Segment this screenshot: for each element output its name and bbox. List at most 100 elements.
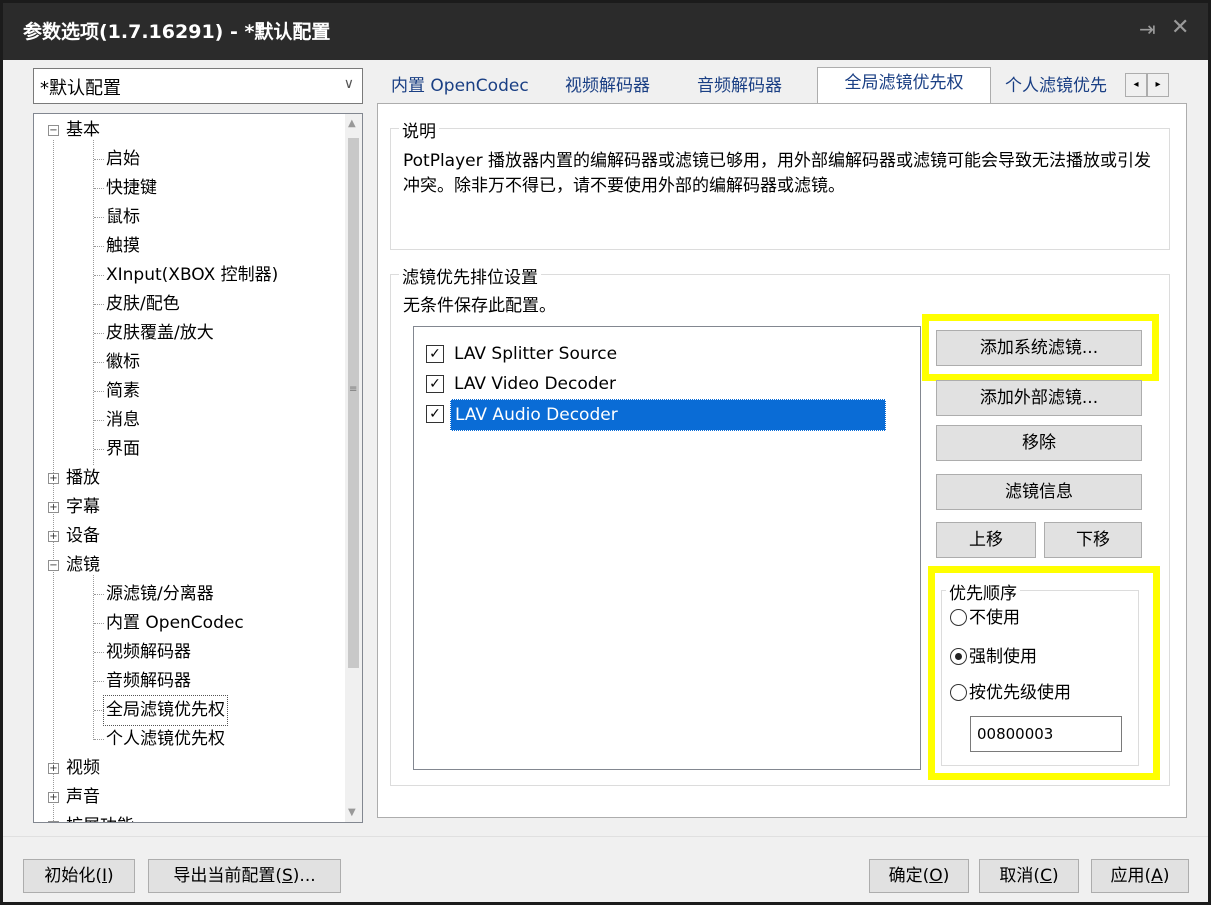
tree-item-label: 音频解码器 — [106, 671, 191, 691]
priority-order-title: 优先顺序 — [946, 579, 1020, 604]
tab-global-filter-priority[interactable]: 全局滤镜优先权 — [817, 67, 991, 107]
tab-scroll-right-icon[interactable]: ▸ — [1147, 73, 1169, 97]
init-button[interactable]: 初始化(I) — [23, 859, 135, 893]
radio-force-use[interactable]: 强制使用 — [950, 641, 1037, 673]
tree-item-label: 字幕 — [66, 497, 100, 517]
ok-label-end: ) — [942, 866, 950, 886]
options-dialog: 参数选项(1.7.16291) - *默认配置 ⇥ ✕ *默认配置 ∨ − 基本… — [0, 0, 1211, 905]
expand-icon[interactable]: + — [48, 473, 59, 484]
expand-icon[interactable]: + — [48, 821, 59, 822]
tab-opencodec[interactable]: 内置 OpenCodec — [385, 71, 535, 105]
tab-audio-decoder[interactable]: 音频解码器 — [691, 71, 788, 105]
radio-by-priority[interactable]: 按优先级使用 — [950, 677, 1071, 709]
close-icon[interactable]: ✕ — [1171, 15, 1189, 40]
tree-item-label: 皮肤覆盖/放大 — [106, 323, 214, 343]
tab-personal-filter-priority[interactable]: 个人滤镜优先 — [999, 71, 1124, 105]
filter-name: LAV Video Decoder — [454, 374, 617, 394]
tree-item-label: 鼠标 — [106, 207, 140, 227]
expand-icon[interactable]: + — [48, 763, 59, 774]
profile-dropdown[interactable]: *默认配置 ∨ — [33, 68, 363, 104]
move-down-button[interactable]: 下移 — [1044, 522, 1142, 558]
radio-not-use[interactable]: 不使用 — [950, 602, 1020, 634]
radio-button[interactable] — [950, 648, 967, 665]
filter-priority-title: 滤镜优先排位设置 — [399, 263, 541, 288]
tree-item-label: 消息 — [106, 410, 140, 430]
description-text: PotPlayer 播放器内置的编解码器或滤镜已够用，用外部编解码器或滤镜可能会… — [403, 151, 1152, 196]
radio-label: 按优先级使用 — [969, 683, 1071, 703]
settings-tree: − 基本 启始 快捷键 鼠标 触摸 XInput(XBOX 控制器) 皮肤/配色… — [33, 113, 363, 823]
expand-icon[interactable]: + — [48, 502, 59, 513]
tree-scrollbar[interactable]: ▲ ≡ ▼ — [345, 114, 362, 822]
checkbox[interactable]: ✓ — [426, 405, 444, 423]
checkbox[interactable]: ✓ — [426, 345, 444, 363]
tree-item-label: 个人滤镜优先权 — [106, 729, 225, 749]
tree-item-label: 源滤镜/分离器 — [106, 584, 214, 604]
tree-item-label: 内置 OpenCodec — [106, 613, 244, 633]
window-title: 参数选项(1.7.16291) - *默认配置 — [23, 21, 331, 43]
apply-button[interactable]: 应用(A) — [1091, 859, 1189, 893]
priority-value-input[interactable] — [970, 716, 1122, 752]
list-item[interactable]: ✓ LAV Audio Decoder — [426, 399, 886, 431]
filter-priority-note: 无条件保存此配置。 — [403, 296, 556, 316]
cancel-hotkey: C — [1040, 866, 1052, 886]
collapse-icon[interactable]: − — [48, 125, 59, 136]
tab-panel: 说明 PotPlayer 播放器内置的编解码器或滤镜已够用，用外部编解码器或滤镜… — [377, 103, 1187, 818]
radio-button[interactable] — [950, 684, 967, 701]
tree-item-label: 启始 — [106, 149, 140, 169]
tab-scroll-left-icon[interactable]: ◂ — [1125, 73, 1147, 97]
description-title: 说明 — [399, 117, 439, 142]
chevron-down-icon: ∨ — [343, 76, 354, 92]
footer-divider — [3, 836, 1208, 837]
scroll-up-icon[interactable]: ▲ — [348, 118, 356, 129]
tab-video-decoder[interactable]: 视频解码器 — [559, 71, 656, 105]
tree-line — [93, 575, 94, 740]
apply-label-end: ) — [1162, 866, 1170, 886]
filter-name: LAV Audio Decoder — [450, 399, 886, 431]
cancel-button[interactable]: 取消(C) — [979, 859, 1079, 893]
add-external-filter-button[interactable]: 添加外部滤镜... — [936, 380, 1142, 416]
expand-icon[interactable]: + — [48, 531, 59, 542]
scroll-down-icon[interactable]: ▼ — [348, 807, 356, 818]
tree-item-label: 视频解码器 — [106, 642, 191, 662]
export-hotkey: S — [282, 866, 293, 886]
export-label: 导出当前配置( — [173, 866, 282, 886]
tree-item-label: 播放 — [66, 468, 100, 488]
radio-label: 不使用 — [969, 608, 1020, 628]
filter-list[interactable]: ✓ LAV Splitter Source ✓ LAV Video Decode… — [413, 326, 921, 770]
cancel-label-end: ) — [1051, 866, 1059, 886]
tree-item-label: 界面 — [106, 439, 140, 459]
radio-button[interactable] — [950, 609, 967, 626]
expand-icon[interactable]: + — [48, 792, 59, 803]
collapse-icon[interactable]: − — [48, 560, 59, 571]
checkbox[interactable]: ✓ — [426, 375, 444, 393]
apply-label: 应用( — [1110, 866, 1152, 886]
move-up-button[interactable]: 上移 — [936, 522, 1036, 558]
tree-item-label: 触摸 — [106, 236, 140, 256]
apply-hotkey: A — [1151, 866, 1163, 886]
remove-button[interactable]: 移除 — [936, 425, 1142, 461]
profile-dropdown-value: *默认配置 — [40, 78, 121, 99]
export-label-end: )... — [292, 866, 316, 886]
tree-item-label: 全局滤镜优先权 — [103, 695, 228, 726]
radio-label: 强制使用 — [969, 647, 1037, 667]
ok-hotkey: O — [929, 866, 943, 886]
tree-item-label: 简素 — [106, 381, 140, 401]
list-item[interactable]: ✓ LAV Splitter Source — [426, 339, 886, 369]
export-config-button[interactable]: 导出当前配置(S)... — [148, 859, 341, 893]
tree-item-label: XInput(XBOX 控制器) — [106, 265, 279, 285]
cancel-label: 取消( — [999, 866, 1041, 886]
ok-label: 确定( — [888, 866, 930, 886]
title-bar: 参数选项(1.7.16291) - *默认配置 ⇥ ✕ — [3, 3, 1208, 60]
tab-strip: 内置 OpenCodec 视频解码器 音频解码器 全局滤镜优先权 个人滤镜优先 … — [383, 65, 1183, 107]
filter-name: LAV Splitter Source — [454, 344, 618, 364]
tree-item-label: 设备 — [66, 526, 100, 546]
add-system-filter-button[interactable]: 添加系统滤镜... — [936, 330, 1142, 366]
list-item[interactable]: ✓ LAV Video Decoder — [426, 369, 886, 399]
ok-button[interactable]: 确定(O) — [869, 859, 969, 893]
filter-info-button[interactable]: 滤镜信息 — [936, 474, 1142, 510]
tree-item-label: 快捷键 — [106, 178, 157, 198]
pin-icon[interactable]: ⇥ — [1139, 17, 1156, 41]
grip-icon: ≡ — [349, 384, 358, 395]
scrollbar-thumb[interactable] — [348, 138, 359, 668]
init-label-end: ) — [107, 866, 114, 886]
